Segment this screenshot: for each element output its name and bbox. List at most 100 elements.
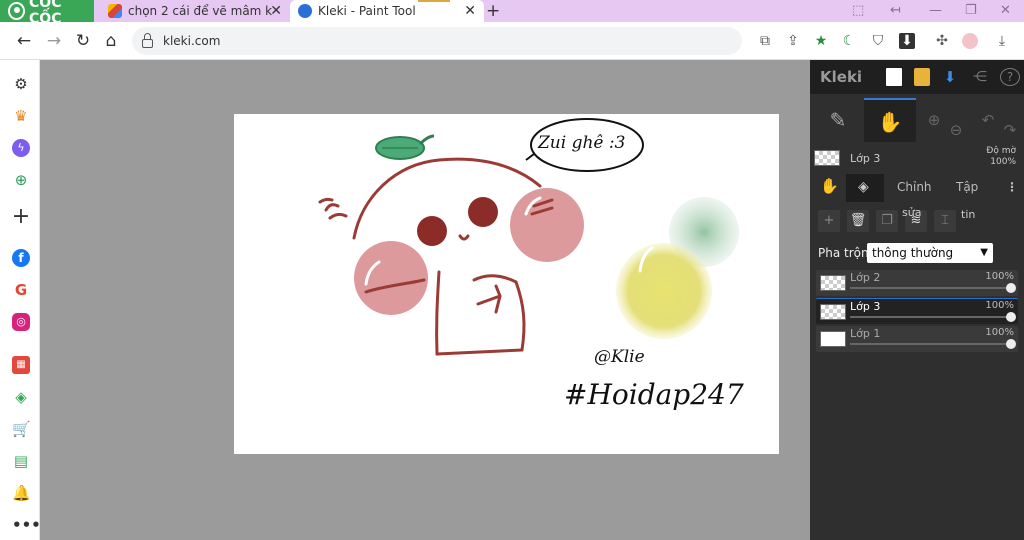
share-icon[interactable]: ⋲: [972, 68, 988, 86]
add-layer-icon[interactable]: +: [818, 210, 840, 232]
panel-tabs: ✋ ◈ Chỉnh Tập ⋮: [810, 174, 1024, 202]
tab-adjust[interactable]: Chỉnh: [897, 180, 932, 194]
url-text: kleki.com: [163, 34, 221, 48]
facebook-icon[interactable]: f: [12, 249, 30, 267]
delete-layer-icon[interactable]: 🗑: [847, 210, 869, 232]
opacity-value: 100%: [990, 157, 1016, 167]
downloads-icon[interactable]: ⤓: [994, 33, 1010, 49]
forward-button[interactable]: →: [44, 31, 64, 51]
settings-gear-icon[interactable]: ⚙: [12, 75, 30, 93]
tab-file[interactable]: Tập: [956, 180, 978, 194]
more-menu-icon[interactable]: ⋮: [1006, 180, 1018, 194]
shop-icon[interactable]: ▦: [12, 356, 30, 374]
character-outline: [318, 157, 554, 356]
tool-row: ✎ ✋ ⊕ ⊖ ↶ ↷: [810, 96, 1024, 144]
opacity-slider-handle[interactable]: [1006, 339, 1016, 349]
reload-button[interactable]: ↻: [73, 31, 93, 51]
layer-name: Lớp 3: [850, 300, 881, 313]
download-video-icon[interactable]: ⬇: [899, 33, 915, 49]
signature-text: @Klie: [594, 347, 645, 367]
grid-app-icon[interactable]: ▤: [12, 452, 30, 470]
add-sidebar-app-icon[interactable]: +: [10, 206, 32, 228]
shield-icon[interactable]: ⛉: [870, 33, 886, 49]
opacity-slider-handle[interactable]: [1006, 312, 1016, 322]
gamepad-icon[interactable]: ⊕: [12, 171, 30, 189]
lock-icon: [142, 32, 153, 48]
share-icon[interactable]: ⇪: [785, 33, 801, 49]
crown-icon[interactable]: ♛: [12, 107, 30, 125]
open-folder-icon[interactable]: [914, 68, 930, 86]
layer-actions: + 🗑 ❐ ≋ ⌶ sửa tin: [810, 206, 1024, 236]
tab-title: Kleki - Paint Tool: [318, 4, 416, 18]
back-button[interactable]: ←: [14, 31, 34, 51]
drawing-canvas[interactable]: Zui ghê :3 @Klie #Hoidap247: [234, 114, 779, 454]
current-layer-indicator: Lớp 3 Độ mờ 100%: [810, 144, 1024, 174]
cart-icon[interactable]: 🛒: [12, 420, 31, 438]
profile-avatar[interactable]: [962, 33, 978, 49]
info-label: tin: [961, 208, 976, 221]
tab-accent: [418, 0, 450, 2]
brush-tool-icon[interactable]: ✎: [812, 98, 864, 142]
panel-header: Kleki ⬇ ⋲ ?: [810, 60, 1024, 94]
layer-thumbnail: [820, 331, 846, 347]
tab-question[interactable]: chọn 2 cái để vẽ mâm khơ ✕: [100, 0, 290, 22]
restore-button[interactable]: ❐: [965, 3, 977, 18]
close-tab-icon[interactable]: ✕: [464, 3, 476, 19]
coupon-icon[interactable]: ◈: [12, 388, 30, 406]
rename-layer-icon[interactable]: ⌶: [934, 210, 956, 232]
left-cheek: [354, 241, 428, 315]
chevron-down-icon: ▼: [980, 247, 988, 258]
yellow-bubble: [616, 243, 712, 339]
blend-mode-select[interactable]: thông thường ▼: [867, 243, 993, 263]
layer-thumbnail: [820, 275, 846, 291]
browser-toolbar: ← → ↻ ⌂ kleki.com ⧉ ⇪ ★ ☾ ⛉ ⬇ ✣ ⤓: [0, 22, 1024, 60]
home-button[interactable]: ⌂: [101, 31, 121, 51]
opacity-label: Độ mờ: [986, 146, 1016, 156]
kleki-logo: Kleki: [820, 68, 863, 86]
opacity-slider-track[interactable]: [850, 287, 1010, 289]
help-icon[interactable]: ?: [1000, 68, 1020, 86]
layer-row[interactable]: Lớp 2 100%: [816, 270, 1018, 296]
close-tab-icon[interactable]: ✕: [270, 3, 282, 19]
opacity-slider-handle[interactable]: [1006, 283, 1016, 293]
layer-row-selected[interactable]: Lớp 3 100%: [816, 298, 1018, 324]
new-tab-button[interactable]: +: [486, 1, 500, 21]
tab-strip: CỐC CỐC chọn 2 cái để vẽ mâm khơ ✕ Kleki…: [0, 0, 1024, 27]
dark-mode-icon[interactable]: ☾: [841, 33, 857, 49]
new-image-icon[interactable]: [886, 68, 902, 86]
browser-brand[interactable]: CỐC CỐC: [0, 0, 94, 27]
save-download-icon[interactable]: ⬇: [942, 68, 958, 86]
notification-bell-icon[interactable]: 🔔: [12, 484, 31, 502]
blend-mode-row: Pha trộn thông thường ▼: [818, 242, 1018, 264]
layer-thumbnail: [820, 304, 846, 320]
right-cheek: [510, 188, 584, 262]
address-bar[interactable]: kleki.com: [132, 27, 742, 55]
tab-hand-icon[interactable]: ✋: [820, 177, 839, 195]
close-window-button[interactable]: ✕: [1000, 3, 1011, 18]
bookmark-star-icon[interactable]: ★: [813, 33, 829, 49]
translate-icon[interactable]: ⧉: [757, 33, 773, 49]
current-layer-name: Lớp 3: [850, 152, 881, 165]
opacity-slider-track[interactable]: [850, 343, 1010, 345]
layer-row[interactable]: Lớp 1 100%: [816, 326, 1018, 352]
canvas-workspace[interactable]: Zui ghê :3 @Klie #Hoidap247: [40, 60, 810, 540]
tab-layers[interactable]: ◈: [846, 174, 884, 202]
back-history-icon[interactable]: ↤: [890, 3, 901, 18]
google-icon[interactable]: G: [12, 281, 30, 299]
tab-kleki[interactable]: Kleki - Paint Tool ✕: [290, 0, 484, 22]
hashtag-text: #Hoidap247: [564, 378, 744, 411]
instagram-icon[interactable]: ◎: [12, 313, 30, 331]
layer-name: Lớp 2: [850, 271, 881, 284]
speech-text: Zui ghê :3: [537, 133, 625, 153]
layer-opacity: 100%: [985, 327, 1014, 338]
duplicate-layer-icon[interactable]: ❐: [876, 210, 898, 232]
blend-label: Pha trộn: [818, 246, 869, 260]
opacity-slider-track[interactable]: [850, 316, 1010, 318]
minimize-button[interactable]: —: [929, 3, 942, 18]
messenger-icon[interactable]: ϟ: [12, 139, 30, 157]
more-options-icon[interactable]: •••: [12, 516, 41, 534]
extensions-icon[interactable]: ✣: [934, 33, 950, 49]
blend-mode-value: thông thường: [872, 246, 954, 260]
screenshot-icon[interactable]: ⬚: [852, 3, 864, 18]
hand-tool-icon[interactable]: ✋: [864, 98, 916, 142]
